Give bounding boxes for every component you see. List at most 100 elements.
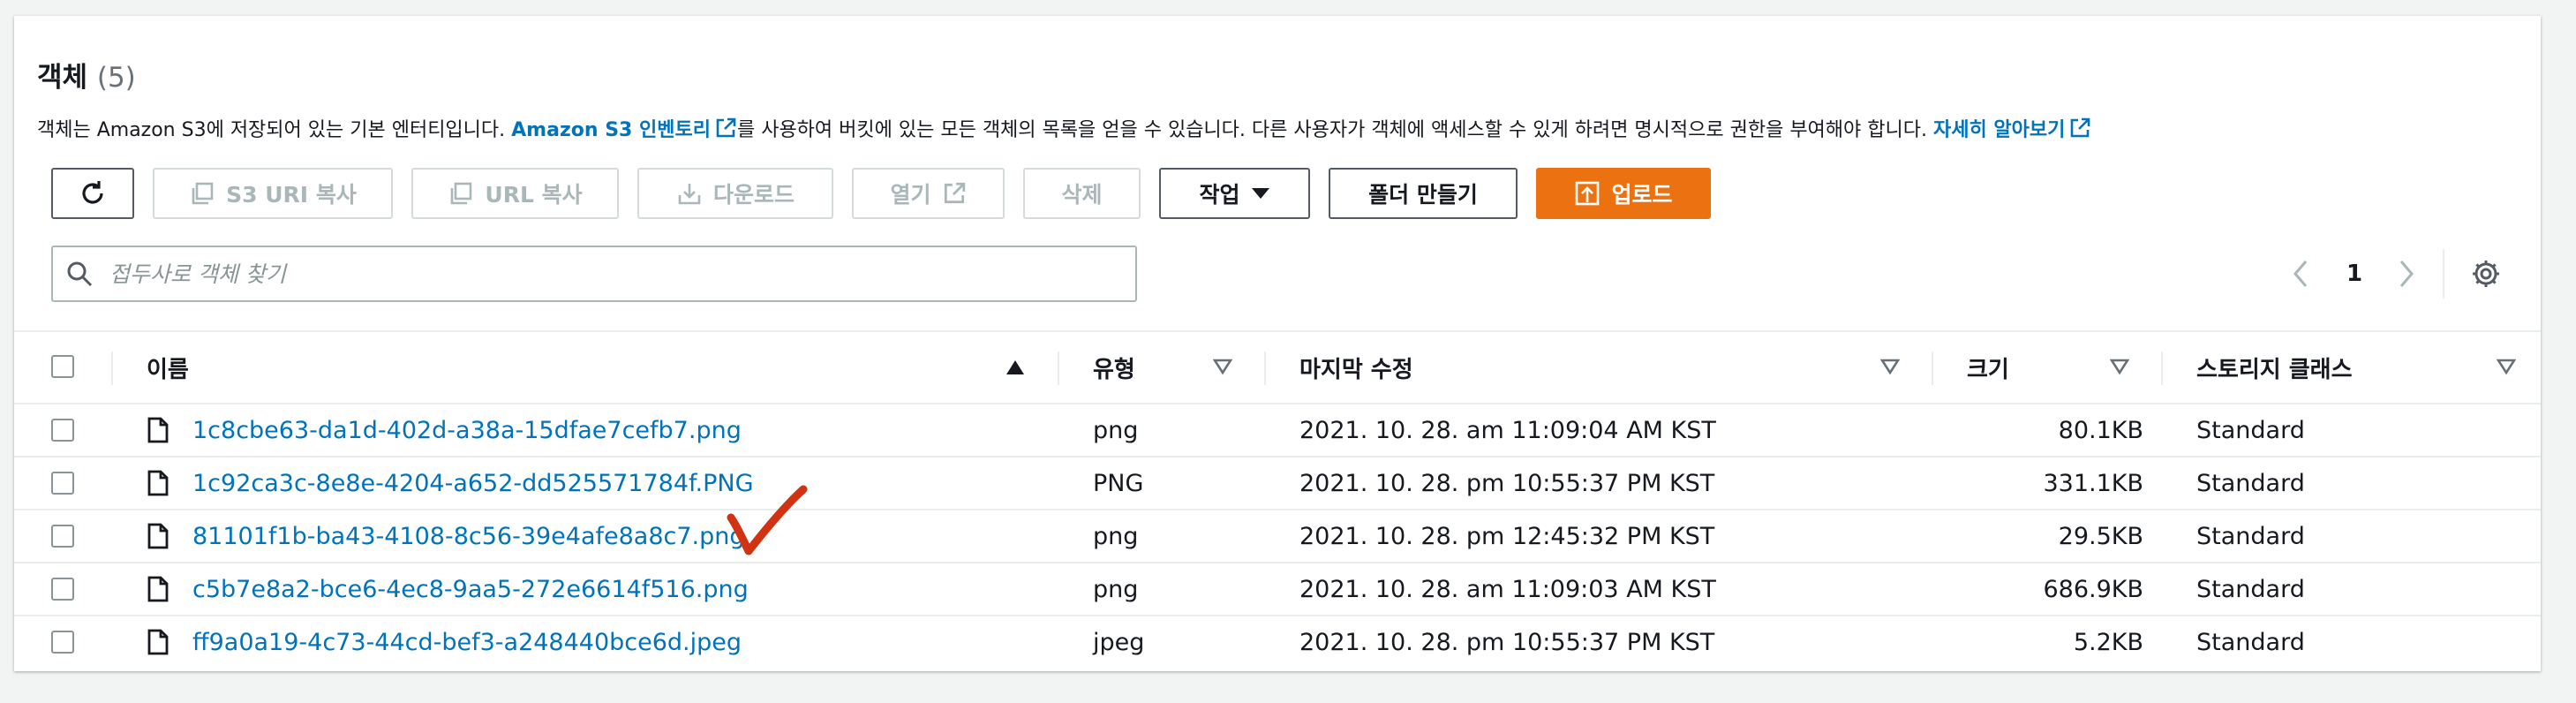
pager-divider: [2443, 249, 2444, 299]
chevron-left-icon: [2294, 261, 2308, 287]
column-divider: [2161, 352, 2163, 385]
inventory-link[interactable]: Amazon S3 인벤토리: [511, 117, 737, 141]
page-title: 객체 (5): [37, 60, 136, 95]
file-icon: [147, 629, 169, 655]
table-row: c5b7e8a2-bce6-4ec8-9aa5-272e6614f516.png…: [14, 563, 2541, 616]
object-size: 331.1KB: [2043, 469, 2143, 497]
column-divider: [1932, 352, 1933, 385]
file-icon: [147, 576, 169, 602]
gear-icon: [2473, 261, 2499, 287]
download-button[interactable]: 다운로드: [637, 168, 833, 219]
column-header-storage-class[interactable]: 스토리지 클래스: [2196, 332, 2353, 403]
download-label: 다운로드: [712, 182, 795, 208]
previous-page-button[interactable]: [2288, 247, 2313, 300]
sort-ascending-icon[interactable]: [1005, 359, 1026, 376]
row-checkbox[interactable]: [51, 419, 74, 442]
object-last-modified: 2021. 10. 28. pm 10:55:37 PM KST: [1299, 628, 1715, 656]
object-storage-class: Standard: [2196, 416, 2305, 444]
row-checkbox[interactable]: [51, 578, 74, 601]
description: 객체는 Amazon S3에 저장되어 있는 기본 엔터티입니다. Amazon…: [37, 117, 2091, 145]
objects-table: 이름 유형 마지막 수정 크기 스토리지 클래스 1c8cbe63-da1d-4…: [14, 330, 2541, 669]
sort-icon[interactable]: [1213, 359, 1232, 374]
object-size: 5.2KB: [2073, 628, 2143, 656]
object-storage-class: Standard: [2196, 575, 2305, 603]
search-box: [51, 246, 1137, 302]
object-storage-class: Standard: [2196, 628, 2305, 656]
external-link-icon: [944, 182, 965, 204]
column-divider: [111, 352, 113, 385]
object-type: jpeg: [1093, 628, 1145, 656]
upload-icon: [1576, 181, 1600, 206]
caret-down-icon: [1251, 188, 1269, 199]
table-row: 1c92ca3c-8e8e-4204-a652-dd525571784f.PNG…: [14, 457, 2541, 510]
column-divider: [1264, 352, 1266, 385]
title-text: 객체: [37, 62, 88, 94]
object-type: PNG: [1093, 469, 1144, 497]
object-last-modified: 2021. 10. 28. pm 12:45:32 PM KST: [1299, 522, 1715, 550]
upload-button[interactable]: 업로드: [1536, 168, 1711, 219]
column-header-last-modified[interactable]: 마지막 수정: [1299, 332, 1413, 403]
copy-url-label: URL 복사: [485, 182, 583, 208]
object-type: png: [1093, 416, 1139, 444]
table-row: 81101f1b-ba43-4108-8c56-39e4afe8a8c7.png…: [14, 510, 2541, 563]
search-icon: [67, 261, 93, 287]
object-name-link[interactable]: ff9a0a19-4c73-44cd-bef3-a248440bce6d.jpe…: [192, 616, 742, 668]
sort-icon[interactable]: [2497, 359, 2516, 374]
column-header-name[interactable]: 이름: [147, 332, 189, 403]
actions-dropdown[interactable]: 작업: [1159, 168, 1310, 219]
sort-icon[interactable]: [2110, 359, 2129, 374]
desc-middle: 를 사용하여 버킷에 있는 모든 객체의 목록을 얻을 수 있습니다. 다른 사…: [736, 119, 1933, 141]
select-all-checkbox[interactable]: [51, 355, 74, 378]
upload-label: 업로드: [1611, 182, 1673, 208]
file-icon: [147, 523, 169, 549]
object-storage-class: Standard: [2196, 469, 2305, 497]
sort-icon[interactable]: [1880, 359, 1900, 374]
object-type: png: [1093, 522, 1139, 550]
object-name-link[interactable]: 1c92ca3c-8e8e-4204-a652-dd525571784f.PNG: [192, 457, 754, 509]
copy-icon: [192, 182, 214, 205]
actions-label: 작업: [1199, 182, 1240, 208]
object-last-modified: 2021. 10. 28. am 11:09:04 AM KST: [1299, 416, 1716, 444]
table-row: 1c8cbe63-da1d-402d-a38a-15dfae7cefb7.png…: [14, 404, 2541, 457]
object-size: 29.5KB: [2058, 522, 2143, 550]
column-header-size[interactable]: 크기: [1967, 332, 2009, 403]
chevron-right-icon: [2399, 261, 2414, 287]
row-checkbox[interactable]: [51, 472, 74, 495]
next-page-button[interactable]: [2394, 247, 2419, 300]
table-row: ff9a0a19-4c73-44cd-bef3-a248440bce6d.jpe…: [14, 616, 2541, 669]
learn-more-label: 자세히 알아보기: [1932, 119, 2066, 141]
object-type: png: [1093, 575, 1139, 603]
red-checkmark-annotation: [727, 485, 808, 556]
copy-s3-uri-label: S3 URI 복사: [226, 182, 357, 208]
copy-s3-uri-button[interactable]: S3 URI 복사: [153, 168, 393, 219]
learn-more-link[interactable]: 자세히 알아보기: [1932, 117, 2091, 141]
object-name-link[interactable]: c5b7e8a2-bce6-4ec8-9aa5-272e6614f516.png: [192, 563, 749, 615]
object-size: 80.1KB: [2058, 416, 2143, 444]
copy-icon: [451, 182, 472, 205]
object-size: 686.9KB: [2043, 575, 2143, 603]
create-folder-label: 폴더 만들기: [1368, 182, 1478, 208]
page-number[interactable]: 1: [2346, 247, 2362, 300]
preferences-button[interactable]: [2470, 247, 2502, 300]
download-icon: [678, 184, 701, 205]
object-storage-class: Standard: [2196, 522, 2305, 550]
search-input[interactable]: [108, 260, 1082, 288]
row-checkbox[interactable]: [51, 525, 74, 548]
refresh-button[interactable]: [51, 168, 134, 219]
column-header-type[interactable]: 유형: [1093, 332, 1135, 403]
delete-button[interactable]: 삭제: [1023, 168, 1141, 219]
object-name-link[interactable]: 81101f1b-ba43-4108-8c56-39e4afe8a8c7.png: [192, 510, 745, 562]
inventory-link-label: Amazon S3 인벤토리: [511, 119, 711, 141]
file-icon: [147, 470, 169, 496]
create-folder-button[interactable]: 폴더 만들기: [1329, 168, 1518, 219]
open-label: 열기: [890, 182, 931, 208]
copy-url-button[interactable]: URL 복사: [411, 168, 619, 219]
open-button[interactable]: 열기: [852, 168, 1005, 219]
file-icon: [147, 417, 169, 443]
object-last-modified: 2021. 10. 28. am 11:09:03 AM KST: [1299, 575, 1716, 603]
column-divider: [1058, 352, 1059, 385]
desc-prefix: 객체는 Amazon S3에 저장되어 있는 기본 엔터티입니다.: [37, 119, 512, 141]
row-checkbox[interactable]: [51, 631, 74, 654]
current-page: 1: [2346, 261, 2363, 287]
object-name-link[interactable]: 1c8cbe63-da1d-402d-a38a-15dfae7cefb7.png: [192, 404, 742, 456]
